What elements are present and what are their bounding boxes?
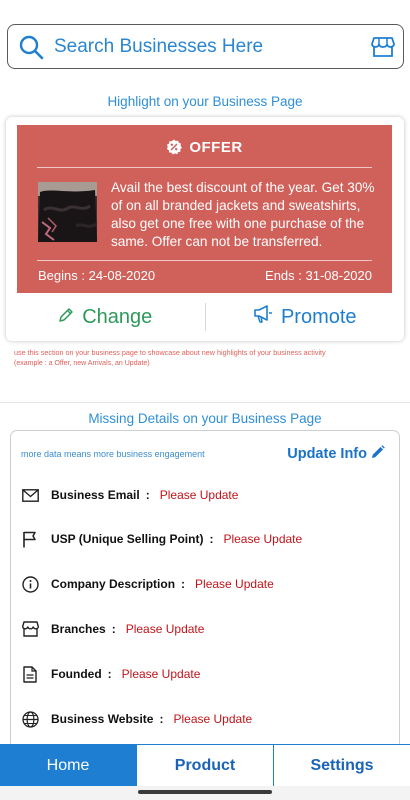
detail-row-business-website[interactable]: Business Website : Please Update [21,709,252,729]
detail-row-usp[interactable]: USP (Unique Selling Point) : Please Upda… [21,529,302,549]
detail-value: Please Update [173,712,253,726]
promote-button-label: Promote [280,305,357,328]
offer-heading: OFFER [17,137,392,157]
app-screen: Highlight on your Business Page OFFER [0,0,410,800]
detail-label: Founded [51,667,102,681]
store-icon [21,620,39,638]
highlight-actions: Change Promote [6,299,404,335]
offer-product-image [38,182,97,242]
update-info-label: Update Info [287,446,367,462]
system-navigation-bar [0,786,410,800]
detail-value: Please Update [125,622,205,636]
search-icon[interactable] [8,24,54,69]
store-icon[interactable] [363,24,403,69]
change-button-label: Change [82,305,153,328]
offer-dates: Begins : 24-08-2020 Ends : 31-08-2020 [38,268,372,283]
detail-label: Branches [51,622,106,636]
info-icon [21,575,39,593]
detail-row-company-description[interactable]: Company Description : Please Update [21,574,274,594]
edit-pencil-icon [367,445,385,463]
offer-banner[interactable]: OFFER Avail the best discount of the yea… [17,125,392,293]
highlight-hint-example: (example : a Offer, new Arrivals, an Upd… [14,360,150,367]
discount-badge-icon [166,139,183,155]
tab-home[interactable]: Home [0,745,136,786]
detail-label: Business Email [51,488,140,502]
missing-details-subtitle: more data means more business engagement [21,449,205,459]
highlight-section-title: Highlight on your Business Page [107,94,303,109]
detail-row-branches[interactable]: Branches : Please Update [21,619,204,639]
detail-row-business-email[interactable]: Business Email : Please Update [21,485,238,505]
change-button[interactable]: Change [6,306,205,329]
detail-value: Please Update [121,667,201,681]
missing-details-card: more data means more business engagement… [10,430,400,760]
detail-value: Please Update [195,577,274,591]
flag-icon [21,530,39,548]
offer-divider-bottom [37,260,372,261]
gesture-handle[interactable] [138,790,272,794]
highlight-hint: use this section on your business page t… [14,348,326,357]
detail-label: Business Website [51,712,154,726]
megaphone-icon [253,305,281,329]
detail-colon: : [111,622,116,636]
pencil-icon [58,306,82,329]
detail-colon: : [159,712,164,726]
offer-begin-date: Begins : 24-08-2020 [38,268,156,283]
search-bar[interactable] [7,24,404,69]
offer-description: Avail the best discount of the year. Get… [111,180,375,249]
mail-icon [21,486,39,504]
detail-value: Please Update [159,488,239,502]
detail-label: Company Description [51,577,176,591]
document-icon [21,665,39,683]
offer-divider-top [37,167,372,168]
detail-colon: : [145,488,150,502]
section-separator [0,402,410,403]
highlight-card: OFFER Avail the best discount of the yea… [6,117,404,341]
tab-settings[interactable]: Settings [273,745,410,786]
missing-details-section-title: Missing Details on your Business Page [88,411,322,426]
promote-button[interactable]: Promote [206,305,405,329]
globe-icon [21,710,39,728]
update-info-button[interactable]: Update Info [287,445,385,463]
detail-value: Please Update [223,532,303,546]
detail-colon: : [107,667,112,681]
detail-colon: : [181,577,186,591]
search-input[interactable] [54,26,363,67]
tab-product[interactable]: Product [136,745,273,786]
detail-row-founded[interactable]: Founded : Please Update [21,664,200,684]
detail-colon: : [209,532,214,546]
offer-heading-text: OFFER [189,138,243,156]
offer-end-date: Ends : 31-08-2020 [265,268,372,283]
bottom-tab-bar: Home Product Settings [0,744,410,786]
detail-label: USP (Unique Selling Point) [51,532,204,546]
